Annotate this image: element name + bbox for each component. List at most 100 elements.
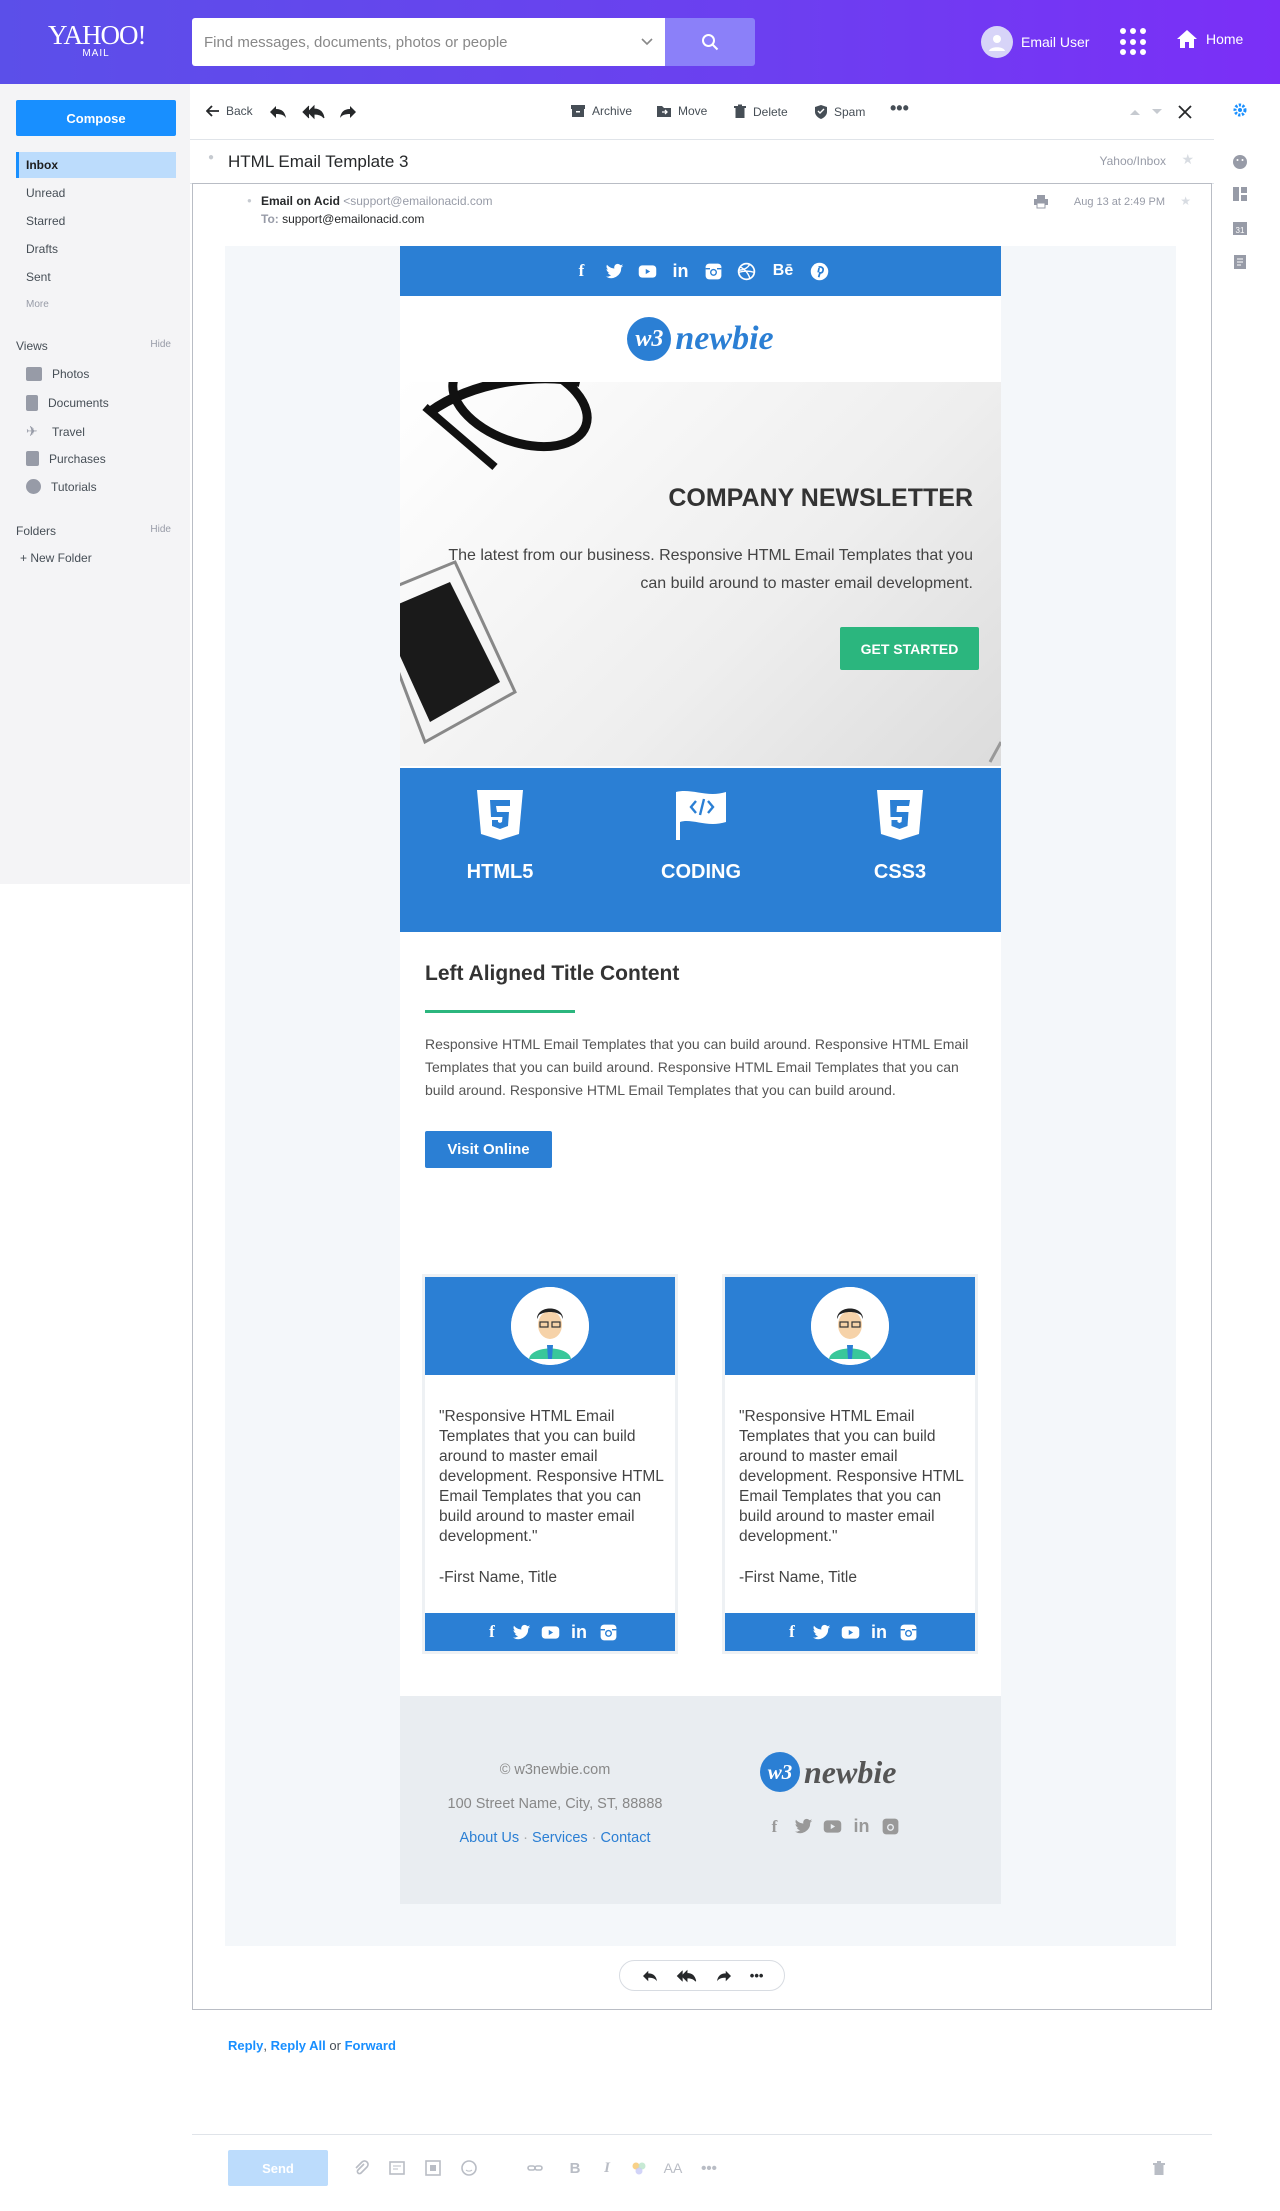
move-button[interactable]: Move xyxy=(656,104,707,118)
sidebar-item-unread[interactable]: Unread xyxy=(16,180,176,206)
more-formatting-icon[interactable]: ••• xyxy=(700,2159,718,2177)
sender-name[interactable]: Email on Acid xyxy=(261,194,340,208)
view-purchases[interactable]: Purchases xyxy=(26,451,106,466)
visit-online-button[interactable]: Visit Online xyxy=(425,1131,552,1168)
yahoo-mail-logo[interactable]: YAHOO! MAIL xyxy=(48,22,147,60)
twitter-icon[interactable] xyxy=(811,1622,832,1643)
instagram-icon[interactable] xyxy=(703,261,724,282)
stationery-icon[interactable] xyxy=(388,2159,406,2177)
footer-link-services[interactable]: Services xyxy=(532,1830,588,1846)
gif-icon[interactable] xyxy=(424,2159,442,2177)
sender-email[interactable]: <support@emailonacid.com xyxy=(343,194,492,208)
next-message-icon[interactable] xyxy=(1151,108,1163,116)
view-photos[interactable]: Photos xyxy=(26,367,89,381)
contacts-icon[interactable] xyxy=(1232,186,1248,202)
spam-button[interactable]: Spam xyxy=(814,104,865,119)
youtube-icon[interactable] xyxy=(540,1622,561,1643)
forward-link[interactable]: Forward xyxy=(345,2038,396,2053)
facebook-icon[interactable]: f xyxy=(571,261,592,282)
message-star-icon[interactable]: ★ xyxy=(1180,194,1191,208)
twitter-icon[interactable] xyxy=(604,261,625,282)
reply-link[interactable]: Reply xyxy=(228,2038,263,2053)
sidebar-item-more[interactable]: More xyxy=(16,291,176,317)
new-folder-link[interactable]: + New Folder xyxy=(20,551,92,565)
views-hide-link[interactable]: Hide xyxy=(150,339,171,353)
sidebar-item-sent[interactable]: Sent xyxy=(16,264,176,290)
linkedin-icon[interactable]: in xyxy=(670,261,691,282)
forward-icon[interactable] xyxy=(338,104,358,120)
chevron-down-icon[interactable] xyxy=(641,38,653,46)
facebook-icon[interactable]: f xyxy=(764,1816,785,1837)
documents-icon xyxy=(26,395,38,411)
unread-dot-icon[interactable]: ● xyxy=(208,152,214,163)
trash-icon[interactable] xyxy=(1150,2159,1168,2177)
search-button[interactable] xyxy=(665,18,755,66)
instagram-icon[interactable] xyxy=(880,1816,901,1837)
more-options-icon[interactable]: ••• xyxy=(890,98,909,119)
close-icon[interactable] xyxy=(1178,105,1192,119)
instagram-icon[interactable] xyxy=(598,1622,619,1643)
reply-icon[interactable] xyxy=(641,1969,659,1983)
settings-gear-icon[interactable] xyxy=(1232,102,1248,118)
delete-button[interactable]: Delete xyxy=(733,104,788,119)
more-options-icon[interactable]: ••• xyxy=(750,1968,764,1983)
folder-path[interactable]: Yahoo/Inbox xyxy=(1100,154,1167,168)
print-icon[interactable] xyxy=(1033,194,1049,209)
reply-all-link[interactable]: Reply All xyxy=(271,2038,326,2053)
user-menu[interactable]: Email User xyxy=(981,26,1089,58)
get-started-button[interactable]: GET STARTED xyxy=(840,627,979,670)
view-tutorials[interactable]: Tutorials xyxy=(26,479,97,494)
bold-icon[interactable]: B xyxy=(566,2159,584,2177)
emoji-icon[interactable] xyxy=(460,2159,478,2177)
notepad-icon[interactable] xyxy=(1232,254,1248,270)
facebook-icon[interactable]: f xyxy=(482,1622,503,1643)
footer-logo[interactable]: w3 newbie xyxy=(760,1752,896,1792)
folders-title: Folders xyxy=(16,524,57,538)
twitter-icon[interactable] xyxy=(511,1622,532,1643)
reply-all-icon[interactable] xyxy=(676,1969,698,1983)
archive-button[interactable]: Archive xyxy=(570,104,632,118)
instagram-icon[interactable] xyxy=(898,1622,919,1643)
youtube-icon[interactable] xyxy=(822,1816,843,1837)
youtube-icon[interactable] xyxy=(840,1622,861,1643)
footer-link-about[interactable]: About Us xyxy=(459,1830,519,1846)
font-size-icon[interactable]: AA xyxy=(664,2159,683,2177)
home-link[interactable]: Home xyxy=(1176,28,1243,50)
linkedin-icon[interactable]: in xyxy=(869,1622,890,1643)
emoji-icon[interactable] xyxy=(1232,154,1248,170)
code-flag-icon xyxy=(676,791,726,840)
folders-hide-link[interactable]: Hide xyxy=(150,524,171,538)
back-button[interactable]: Back xyxy=(206,104,253,118)
send-button[interactable]: Send xyxy=(228,2150,328,2186)
w3newbie-logo[interactable]: w3 newbie xyxy=(627,317,774,361)
behance-icon[interactable]: Bē xyxy=(769,261,797,282)
calendar-icon[interactable]: 31 xyxy=(1232,220,1248,236)
apps-grid-icon[interactable] xyxy=(1120,28,1148,56)
linkedin-icon[interactable]: in xyxy=(851,1816,872,1837)
footer-link-contact[interactable]: Contact xyxy=(601,1830,651,1846)
reply-all-icon[interactable] xyxy=(302,104,326,120)
search-input[interactable]: Find messages, documents, photos or peop… xyxy=(192,18,665,66)
forward-icon[interactable] xyxy=(715,1969,733,1983)
link-icon[interactable] xyxy=(526,2159,544,2177)
italic-icon[interactable]: I xyxy=(598,2159,616,2177)
sidebar-item-starred[interactable]: Starred xyxy=(16,208,176,234)
star-icon[interactable]: ★ xyxy=(1181,151,1194,168)
dribbble-icon[interactable] xyxy=(736,261,757,282)
reply-icon[interactable] xyxy=(268,104,288,120)
view-documents[interactable]: Documents xyxy=(26,395,109,411)
twitter-icon[interactable] xyxy=(793,1816,814,1837)
facebook-icon[interactable]: f xyxy=(782,1622,803,1643)
color-palette-icon[interactable] xyxy=(630,2159,648,2177)
youtube-icon[interactable] xyxy=(637,261,658,282)
view-travel[interactable]: ✈ Travel xyxy=(26,423,85,440)
sidebar-item-inbox[interactable]: Inbox xyxy=(16,152,176,178)
linkedin-icon[interactable]: in xyxy=(569,1622,590,1643)
sidebar-item-drafts[interactable]: Drafts xyxy=(16,236,176,262)
previous-message-icon[interactable] xyxy=(1129,108,1141,116)
recipient-email[interactable]: support@emailonacid.com xyxy=(282,212,424,226)
attachment-icon[interactable] xyxy=(352,2159,370,2177)
pinterest-icon[interactable] xyxy=(809,261,830,282)
compose-button[interactable]: Compose xyxy=(16,100,176,136)
link-separator: · xyxy=(591,1830,597,1846)
